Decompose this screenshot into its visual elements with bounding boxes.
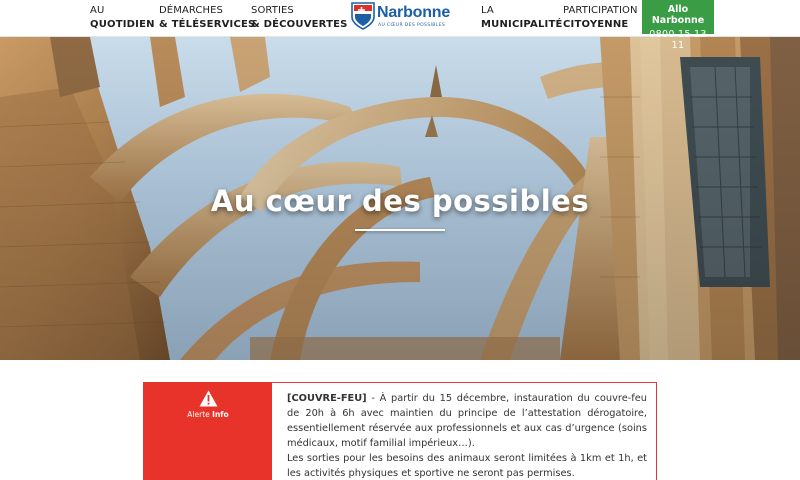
hero-title-underline bbox=[355, 229, 445, 231]
nav-sorties-line1: SORTIES bbox=[251, 5, 294, 16]
nav-au-quotidien-line2: QUOTIDIEN bbox=[90, 19, 155, 30]
alert-text-2: Les sorties pour les besoins des animaux… bbox=[287, 453, 647, 479]
allo-title: Allo Narbonne bbox=[651, 4, 705, 26]
alert-label: Alerte Info bbox=[144, 410, 272, 419]
nav-au-quotidien[interactable]: AU QUOTIDIEN bbox=[90, 4, 155, 32]
logo-name: Narbonne bbox=[377, 4, 451, 21]
alert-side-panel: Alerte Info bbox=[144, 383, 272, 480]
nav-demarches[interactable]: DÉMARCHES & TÉLÉSERVICES bbox=[159, 4, 255, 32]
nav-sorties-line2: & DÉCOUVERTES bbox=[251, 19, 348, 30]
nav-municipalite-line1: LA bbox=[481, 5, 494, 16]
site-header: AU QUOTIDIEN DÉMARCHES & TÉLÉSERVICES SO… bbox=[0, 0, 800, 51]
shield-icon bbox=[351, 2, 375, 30]
allo-narbonne-button[interactable]: Allo Narbonne 0800 15 13 11 bbox=[642, 0, 714, 51]
nav-sorties[interactable]: SORTIES & DÉCOUVERTES bbox=[251, 4, 348, 32]
narbonne-logo[interactable]: Narbonne AU CŒUR DES POSSIBLES bbox=[351, 2, 451, 34]
nav-demarches-line1: DÉMARCHES bbox=[159, 5, 224, 16]
hero-title: Au cœur des possibles bbox=[210, 184, 590, 218]
nav-au-quotidien-line1: AU bbox=[90, 5, 105, 16]
nav-municipalite-line2: MUNICIPALITÉ bbox=[481, 19, 563, 30]
allo-phone: 0800 15 13 11 bbox=[649, 29, 707, 51]
alert-label-bold: Info bbox=[212, 410, 229, 419]
alert-message: [COUVRE-FEU] - À partir du 15 décembre, … bbox=[287, 391, 647, 480]
alert-label-prefix: Alerte bbox=[187, 410, 210, 419]
nav-demarches-line2: & TÉLÉSERVICES bbox=[159, 19, 256, 30]
nav-municipalite[interactable]: LA MUNICIPALITÉ bbox=[481, 4, 563, 32]
alert-info-box: Alerte Info [COUVRE-FEU] - À partir du 1… bbox=[143, 382, 657, 480]
alert-tag: [COUVRE-FEU] bbox=[287, 393, 367, 404]
nav-participation[interactable]: PARTICIPATION CITOYENNE bbox=[563, 4, 638, 32]
nav-participation-line2: CITOYENNE bbox=[563, 19, 629, 30]
warning-icon bbox=[199, 390, 218, 407]
nav-participation-line1: PARTICIPATION bbox=[563, 5, 638, 16]
logo-tagline: AU CŒUR DES POSSIBLES bbox=[378, 23, 446, 28]
hero-banner: Au cœur des possibles bbox=[0, 37, 800, 360]
